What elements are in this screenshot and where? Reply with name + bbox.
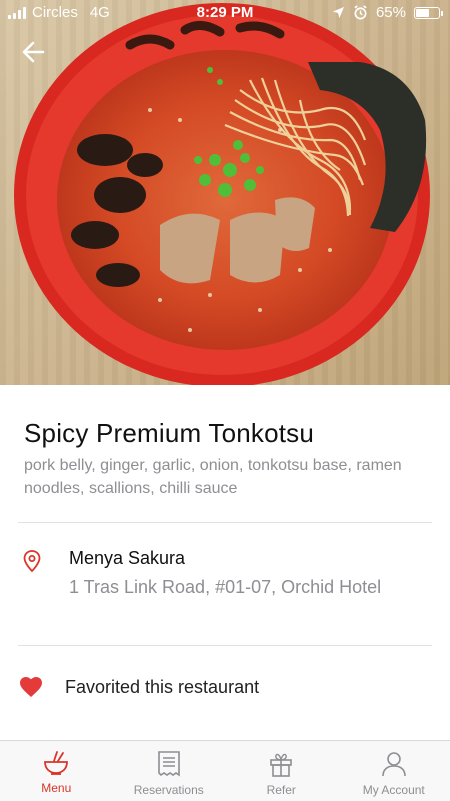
arrow-left-icon	[18, 38, 52, 66]
dish-title: Spicy Premium Tonkotsu	[24, 418, 314, 449]
status-bar: Circles 4G 8:29 PM 65%	[0, 0, 450, 24]
tab-label: My Account	[363, 783, 425, 797]
dish-photo	[0, 0, 450, 385]
gift-icon	[268, 750, 294, 778]
battery-percent: 65%	[376, 4, 406, 21]
ramen-bowl-icon	[42, 750, 70, 776]
dish-ingredients: pork belly, ginger, garlic, onion, tonko…	[24, 454, 424, 500]
tab-label: Refer	[267, 783, 296, 797]
tab-my-account[interactable]: My Account	[338, 741, 450, 801]
tab-refer[interactable]: Refer	[225, 741, 338, 801]
receipt-icon	[156, 750, 182, 778]
back-button[interactable]	[18, 38, 52, 66]
location-pin-icon	[22, 549, 42, 573]
tab-reservations[interactable]: Reservations	[113, 741, 226, 801]
tab-menu[interactable]: Menu	[0, 741, 113, 801]
divider	[18, 522, 432, 523]
tab-label: Reservations	[134, 783, 204, 797]
restaurant-name[interactable]: Menya Sakura	[69, 548, 185, 569]
alarm-clock-icon	[353, 5, 368, 20]
heart-icon[interactable]	[19, 676, 43, 698]
ramen-bowl-illustration	[0, 0, 450, 385]
favorite-status-label: Favorited this restaurant	[65, 677, 259, 698]
tab-label: Menu	[41, 781, 71, 795]
divider	[18, 645, 432, 646]
user-icon	[380, 750, 408, 778]
location-arrow-icon	[332, 6, 345, 19]
restaurant-address: 1 Tras Link Road, #01-07, Orchid Hotel	[69, 576, 409, 599]
battery-icon	[414, 7, 440, 19]
bottom-tab-bar: Menu Reservations Refer My Account	[0, 740, 450, 801]
